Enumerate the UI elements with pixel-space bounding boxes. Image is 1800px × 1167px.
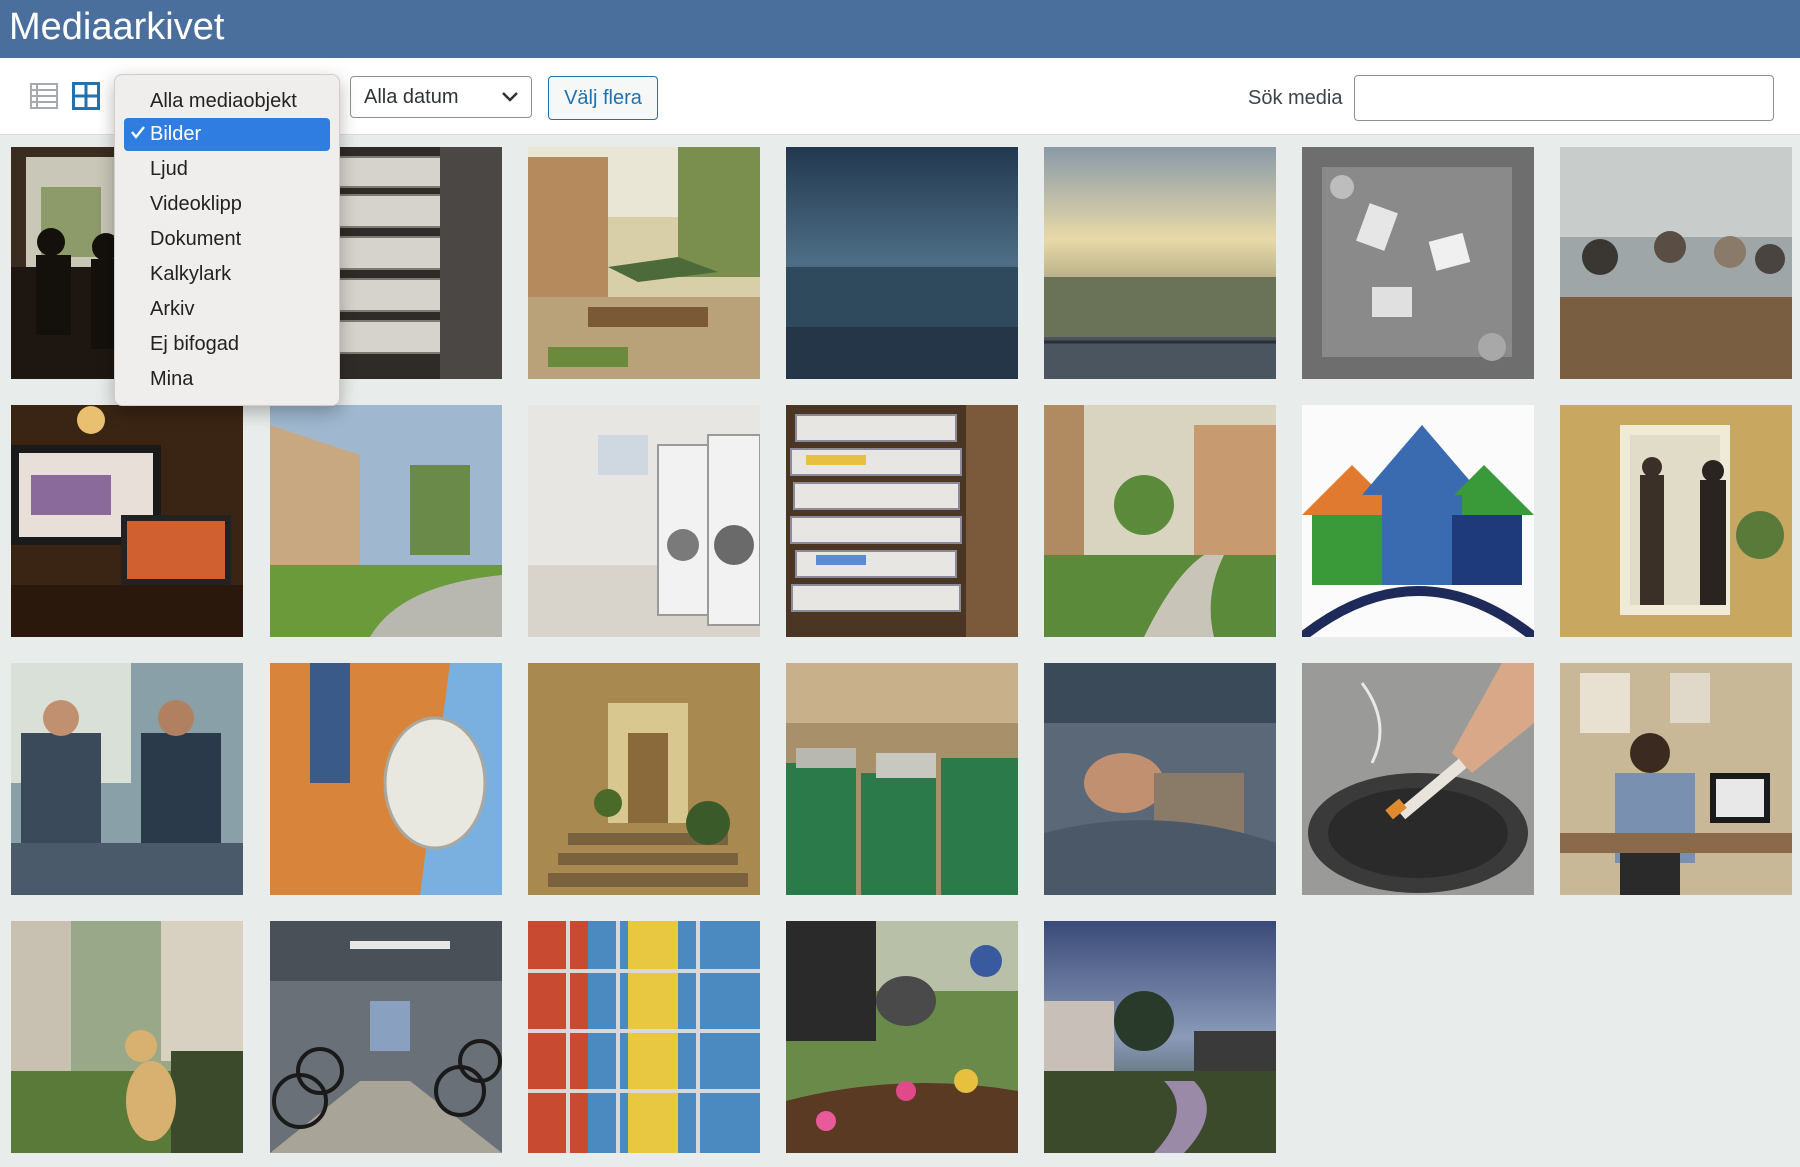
option-ej-bifogad[interactable]: Ej bifogad — [124, 328, 330, 361]
media-item[interactable] — [1302, 405, 1534, 637]
list-view-icon[interactable] — [30, 82, 58, 110]
media-item[interactable] — [786, 405, 1018, 637]
man-at-desk-photo — [1560, 663, 1792, 895]
media-item[interactable] — [528, 921, 760, 1153]
media-item[interactable] — [528, 663, 760, 895]
courtyard-cafe-photo — [528, 147, 760, 379]
option-label: Videoklipp — [150, 193, 242, 215]
bicycle-storage-photo — [270, 921, 502, 1153]
option-label: Bilder — [150, 123, 202, 145]
option-label: Kalkylark — [150, 263, 232, 285]
grid-view-icon[interactable] — [72, 82, 100, 110]
media-item[interactable] — [528, 147, 760, 379]
option-label: Ej bifogad — [150, 333, 239, 355]
monitor-and-laptop-photo — [11, 405, 243, 637]
residential-park-photo — [1044, 405, 1276, 637]
media-type-dropdown[interactable]: Alla mediaobjekt Bilder Ljud Videoklipp … — [114, 74, 340, 406]
option-mina[interactable]: Mina — [124, 363, 330, 396]
scaffolding-facade-photo — [528, 921, 760, 1153]
recycling-bins-photo — [786, 663, 1018, 895]
man-sleeping-photo — [1044, 663, 1276, 895]
media-item[interactable] — [1302, 663, 1534, 895]
media-item[interactable] — [786, 921, 1018, 1153]
media-item[interactable] — [1302, 147, 1534, 379]
media-item[interactable] — [786, 147, 1018, 379]
plumbers-working-photo — [11, 663, 243, 895]
bulk-select-button[interactable]: Välj flera — [548, 76, 658, 120]
media-item[interactable] — [11, 663, 243, 895]
option-arkiv[interactable]: Arkiv — [124, 293, 330, 326]
gardening-photo — [786, 921, 1018, 1153]
media-item[interactable] — [1560, 663, 1792, 895]
media-item[interactable] — [1044, 663, 1276, 895]
group-meeting-photo — [1560, 147, 1792, 379]
option-ljud[interactable]: Ljud — [124, 153, 330, 186]
checkmark-icon — [131, 126, 145, 139]
media-item[interactable] — [1044, 147, 1276, 379]
media-item[interactable] — [11, 921, 243, 1153]
laundry-room-photo — [528, 405, 760, 637]
option-bilder[interactable]: Bilder — [124, 118, 330, 151]
media-item[interactable] — [11, 405, 243, 637]
media-item[interactable] — [1560, 147, 1792, 379]
media-item[interactable] — [270, 921, 502, 1153]
media-item[interactable] — [1044, 405, 1276, 637]
dog-in-courtyard-photo — [11, 921, 243, 1153]
media-item[interactable] — [1044, 921, 1276, 1153]
option-label: Ljud — [150, 158, 188, 180]
search-input[interactable] — [1354, 75, 1774, 121]
media-item[interactable] — [270, 405, 502, 637]
houses-logo-illustration — [1302, 405, 1534, 637]
date-filter-value: Alla datum — [364, 86, 459, 108]
page-title: Mediaarkivet — [9, 6, 225, 48]
option-dokument[interactable]: Dokument — [124, 223, 330, 256]
date-filter-select[interactable]: Alla datum — [350, 76, 532, 118]
search-label: Sök media — [1248, 87, 1343, 109]
satellite-dish-photo — [270, 663, 502, 895]
chevron-down-icon — [502, 92, 518, 102]
option-alla-mediaobjekt[interactable]: Alla mediaobjekt — [124, 85, 330, 118]
option-label: Arkiv — [150, 298, 195, 320]
people-in-hallway-photo — [1560, 405, 1792, 637]
option-label: Alla mediaobjekt — [150, 90, 297, 112]
media-item[interactable] — [528, 405, 760, 637]
apartment-buildings-photo — [270, 405, 502, 637]
stairwell-photo — [528, 663, 760, 895]
option-kalkylark[interactable]: Kalkylark — [124, 258, 330, 291]
stacked-papers-photo — [786, 405, 1018, 637]
media-item[interactable] — [786, 663, 1018, 895]
cigarette-ashtray-photo — [1302, 663, 1534, 895]
page-header: Mediaarkivet — [0, 0, 1800, 58]
media-item[interactable] — [270, 663, 502, 895]
option-label: Mina — [150, 368, 194, 390]
meeting-table-overhead-photo — [1302, 147, 1534, 379]
media-item[interactable] — [1560, 405, 1792, 637]
blurred-blue-skyline-photo — [786, 147, 1018, 379]
option-label: Dokument — [150, 228, 242, 250]
evening-path-photo — [1044, 921, 1276, 1153]
option-videoklipp[interactable]: Videoklipp — [124, 188, 330, 221]
balcony-sunset-view-photo — [1044, 147, 1276, 379]
